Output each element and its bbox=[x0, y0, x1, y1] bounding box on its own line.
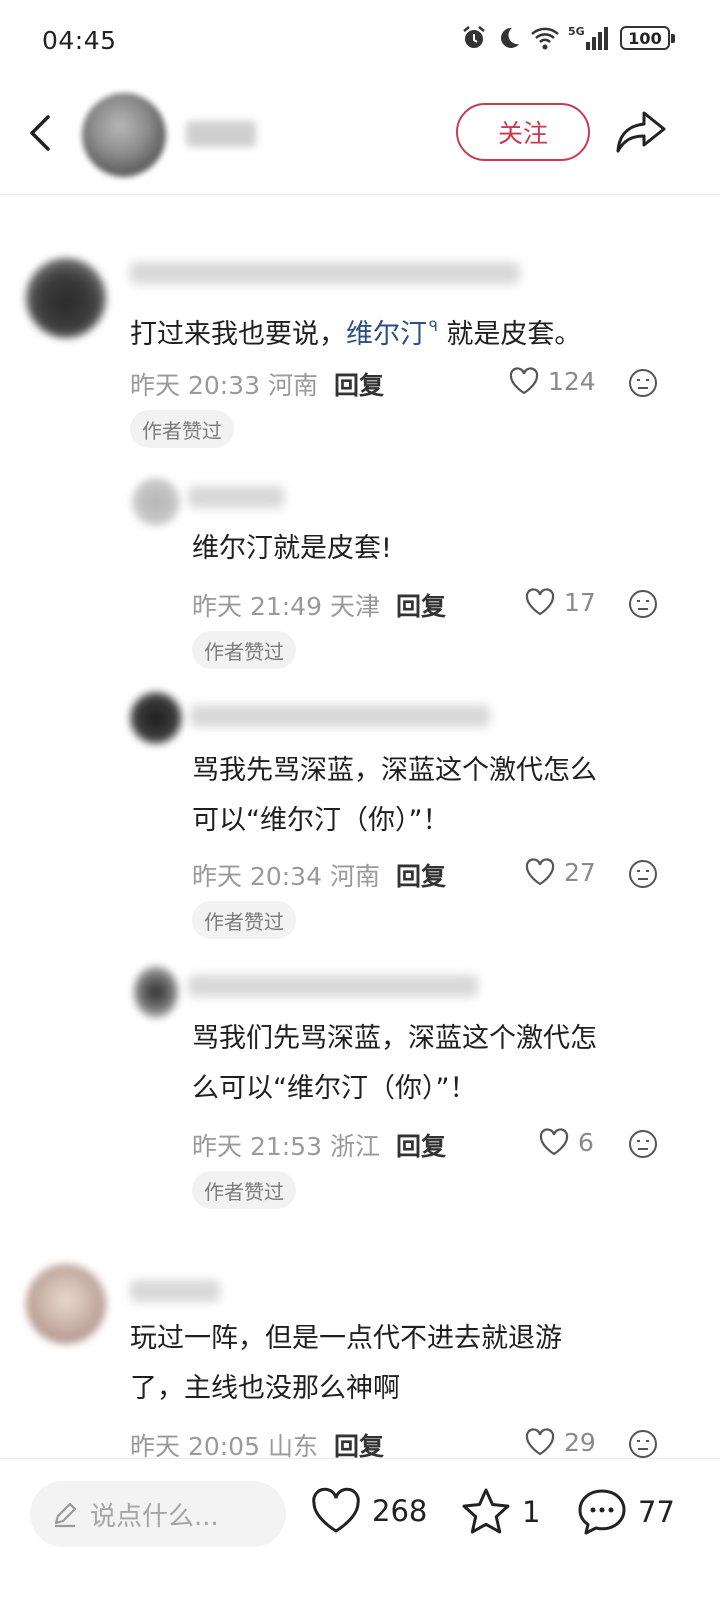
comment-avatar[interactable] bbox=[132, 478, 180, 526]
heart-icon bbox=[312, 1487, 360, 1533]
star-icon bbox=[462, 1488, 510, 1534]
like-count: 29 bbox=[564, 1427, 596, 1457]
comment-username-blurred[interactable] bbox=[130, 1280, 220, 1302]
comment-text: 骂我先骂深蓝，深蓝这个激代怎么 可以“维尔汀（你）”！ bbox=[192, 746, 597, 846]
heart-icon bbox=[525, 858, 555, 886]
comment-count: 77 bbox=[638, 1495, 675, 1529]
comment-text-line: 骂我们先骂深蓝，深蓝这个激代怎 bbox=[192, 1023, 597, 1054]
comment-username-blurred[interactable] bbox=[188, 486, 284, 508]
favorite-count: 1 bbox=[522, 1495, 541, 1529]
dislike-face-icon[interactable] bbox=[628, 859, 658, 889]
reply-button[interactable]: 回复 bbox=[396, 592, 446, 621]
author-avatar[interactable] bbox=[82, 93, 166, 177]
like-post-button[interactable]: 268 bbox=[310, 1487, 427, 1535]
comment-avatar[interactable] bbox=[26, 258, 106, 338]
comment-time-location: 昨天 21:49 天津 bbox=[192, 592, 380, 621]
like-count: 6 bbox=[578, 1127, 594, 1157]
comment-text-part: 打过来我也要说， bbox=[130, 319, 346, 350]
like-button[interactable]: 29 bbox=[524, 1427, 596, 1457]
dislike-face-icon[interactable] bbox=[628, 589, 658, 619]
comment-time-location: 昨天 20:33 河南 bbox=[130, 371, 318, 400]
comment-text-line: 了，主线也没那么神啊 bbox=[130, 1373, 400, 1404]
comment-meta: 昨天 20:33 河南 回复 bbox=[130, 366, 384, 402]
heart-icon bbox=[525, 588, 555, 616]
comment-meta: 昨天 21:53 浙江 回复 bbox=[192, 1127, 446, 1163]
like-count: 124 bbox=[548, 366, 596, 396]
share-icon[interactable] bbox=[614, 107, 668, 157]
author-liked-badge: 作者赞过 bbox=[130, 410, 234, 448]
comments-button[interactable]: 77 bbox=[576, 1487, 675, 1537]
dislike-face-icon[interactable] bbox=[628, 1429, 658, 1459]
back-icon[interactable] bbox=[22, 113, 62, 153]
comment-username-blurred[interactable] bbox=[130, 262, 520, 284]
comment-meta: 昨天 20:34 河南 回复 bbox=[192, 857, 446, 893]
chat-bubble-icon bbox=[578, 1489, 626, 1535]
comment-username-blurred[interactable] bbox=[188, 975, 478, 997]
comment-input[interactable]: 说点什么... bbox=[30, 1481, 286, 1547]
status-icons: 5G 100 bbox=[460, 24, 675, 52]
comment-text-line: 骂我先骂深蓝，深蓝这个激代怎么 bbox=[192, 755, 597, 786]
like-count: 17 bbox=[564, 587, 596, 617]
search-link[interactable]: 维尔汀 ᑫ bbox=[346, 319, 438, 350]
comment-text: 打过来我也要说，维尔汀 ᑫ 就是皮套。 bbox=[130, 302, 581, 360]
like-count: 27 bbox=[564, 857, 596, 887]
comment-username-blurred[interactable] bbox=[190, 705, 490, 727]
wifi-icon bbox=[531, 27, 559, 50]
author-liked-badge: 作者赞过 bbox=[192, 631, 296, 669]
author-liked-badge: 作者赞过 bbox=[192, 901, 296, 939]
moon-icon bbox=[501, 27, 519, 48]
comment-text: 维尔汀就是皮套! bbox=[192, 533, 392, 564]
comment-text-line: 可以“维尔汀（你）”！ bbox=[192, 805, 450, 836]
dislike-face-icon[interactable] bbox=[628, 1129, 658, 1159]
heart-icon bbox=[525, 1428, 555, 1456]
favorite-button[interactable]: 1 bbox=[460, 1487, 540, 1537]
status-bar: 04:45 5G 100 bbox=[0, 0, 720, 85]
reply-button[interactable]: 回复 bbox=[396, 862, 446, 891]
heart-icon bbox=[539, 1128, 569, 1156]
battery-indicator: 100 bbox=[620, 26, 675, 50]
follow-button[interactable]: 关注 bbox=[456, 103, 590, 161]
comment-text-part: 就是皮套。 bbox=[446, 319, 582, 350]
dislike-face-icon[interactable] bbox=[628, 368, 658, 398]
comment-avatar[interactable] bbox=[26, 1264, 106, 1344]
comment-time-location: 昨天 21:53 浙江 bbox=[192, 1132, 380, 1161]
comment-avatar[interactable] bbox=[130, 692, 182, 744]
signal-5g-icon: 5G bbox=[568, 25, 608, 50]
comment-avatar[interactable] bbox=[134, 966, 178, 1018]
search-link-label: 维尔汀 bbox=[346, 319, 427, 350]
pencil-icon bbox=[54, 1502, 77, 1528]
alarm-icon bbox=[463, 26, 485, 48]
like-button[interactable]: 124 bbox=[508, 366, 596, 396]
reply-button[interactable]: 回复 bbox=[396, 1132, 446, 1161]
top-nav-bar: 关注 bbox=[0, 85, 720, 195]
post-like-count: 268 bbox=[372, 1494, 428, 1528]
heart-icon bbox=[509, 367, 539, 395]
bottom-action-bar: 说点什么... 268 1 77 bbox=[0, 1458, 720, 1610]
search-link-icon: ᑫ bbox=[429, 319, 438, 335]
status-time: 04:45 bbox=[42, 26, 117, 55]
author-liked-badge: 作者赞过 bbox=[192, 1171, 296, 1209]
comment-text-line: 玩过一阵，但是一点代不进去就退游 bbox=[130, 1323, 562, 1354]
comment-time-location: 昨天 20:05 山东 bbox=[130, 1432, 318, 1461]
like-button[interactable]: 17 bbox=[524, 587, 596, 617]
like-button[interactable]: 27 bbox=[524, 857, 596, 887]
author-name-blurred[interactable] bbox=[186, 121, 256, 147]
comment-text: 玩过一阵，但是一点代不进去就退游 了，主线也没那么神啊 bbox=[130, 1314, 562, 1414]
reply-button[interactable]: 回复 bbox=[334, 1432, 384, 1461]
network-label: 5G bbox=[568, 25, 585, 38]
comment-meta: 昨天 21:49 天津 回复 bbox=[192, 587, 446, 623]
like-button[interactable]: 6 bbox=[538, 1127, 594, 1157]
comment-text: 骂我们先骂深蓝，深蓝这个激代怎 么可以“维尔汀（你）”！ bbox=[192, 1014, 597, 1114]
comment-input-placeholder: 说点什么... bbox=[90, 1501, 219, 1532]
comment-text-line: 么可以“维尔汀（你）”！ bbox=[192, 1073, 477, 1104]
reply-button[interactable]: 回复 bbox=[334, 371, 384, 400]
comment-time-location: 昨天 20:34 河南 bbox=[192, 862, 380, 891]
